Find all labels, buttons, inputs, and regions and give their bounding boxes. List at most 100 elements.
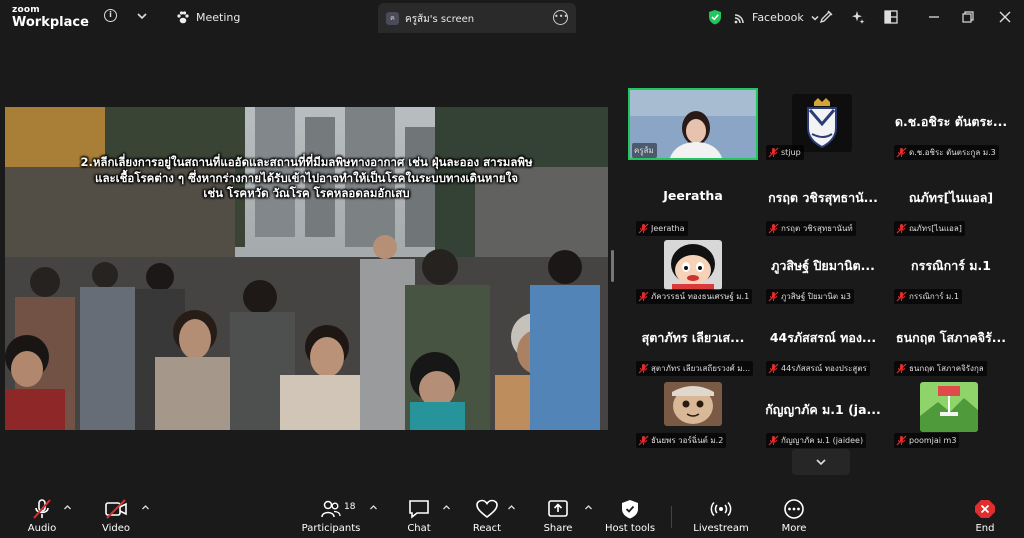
participant-tile[interactable]: 44รภัสสรณ์ ทอง... 44รภัสสรณ์ ทองประสูตร [758,304,888,378]
participants-button[interactable]: 18 Participants [298,498,364,536]
meeting-tab[interactable]: Meeting [176,11,240,24]
livestream-icon [710,501,732,517]
mic-muted-icon [638,363,649,374]
video-button[interactable]: Video [83,498,149,536]
participant-label: ธันยพร วอร์ฉิ่นต์ ม.2 [636,433,727,448]
meeting-info-icon[interactable]: i [104,9,117,22]
participant-tile[interactable]: กรฤต วชิรสุทธานั... กรฤต วชิรสุทธานันท์ [758,164,888,238]
livestream-label: Livestream [693,523,749,534]
participant-tile[interactable]: ธันยพร วอร์ฉิ่นต์ ม.2 [628,376,758,450]
share-options-caret-icon[interactable] [584,503,593,512]
participant-tile[interactable]: ธนกฤต โสภาคจิรั... ธนกฤต โสภาคจิรังกุล [886,304,1016,378]
restore-icon[interactable] [961,10,975,24]
participant-tile[interactable]: ครูส้ม [628,88,758,162]
mountain-art-image [920,382,978,432]
screen-share-tab[interactable]: ค ครูส้ม's screen ••• [378,3,576,33]
mic-muted-icon [896,435,907,446]
participant-tile[interactable]: ด.ช.อชิระ ตันตระ... ด.ช.อชิระ ตันตระกูล … [886,88,1016,162]
video-off-icon [105,499,127,519]
brand-bottom: Workplace [12,15,89,30]
participant-tile[interactable]: ภัควรรธน์ ทองธนเศรษฐ์ ม.1 [628,232,758,306]
more-options-icon[interactable]: ••• [553,10,568,25]
toolbar-divider [671,506,672,528]
participants-icon [321,500,341,518]
signal-icon [734,13,744,23]
shield-check-icon[interactable] [708,9,722,25]
caption-line: และเชื้อโรคต่าง ๆ ซึ่งหากร่างกายได้รับเข… [95,170,518,185]
mic-muted-icon [768,291,779,302]
participants-options-caret-icon[interactable] [369,503,378,512]
share-button[interactable]: Share [525,498,591,536]
mic-muted-icon [896,291,907,302]
mic-muted-icon [768,435,779,446]
participant-name-label: ธนกฤต โสภาคจิรังกุล [909,364,984,373]
brand-top: zoom [12,5,40,15]
audio-options-caret-icon[interactable] [63,503,72,512]
shared-screen: 2.หลีกเลี่ยงการอยู่ในสถานที่แออัดและสถาน… [5,107,608,430]
participant-tile[interactable]: กรรณิการ์ ม.1 กรรณิการ์ ม.1 [886,232,1016,306]
participant-name-label: poomjai m3 [909,436,957,445]
participant-label: 44รภัสสรณ์ ทองประสูตร [766,361,870,376]
more-button[interactable]: More [761,498,827,536]
chat-options-caret-icon[interactable] [442,503,451,512]
mic-muted-icon [768,147,779,158]
more-label: More [781,523,807,534]
participant-name-label: กรรณิการ์ ม.1 [909,292,959,301]
zoom-logo: zoom Workplace [12,5,89,30]
end-call-icon [975,500,995,518]
participant-name-label: ภัควรรธน์ ทองธนเศรษฐ์ ม.1 [651,292,750,301]
participant-tile[interactable]: poomjai m3 [886,376,1016,450]
caption-line: 2.หลีกเลี่ยงการอยู่ในสถานที่แออัดและสถาน… [80,155,533,169]
react-options-caret-icon[interactable] [507,503,516,512]
minimize-icon[interactable] [927,10,941,24]
meeting-tab-label: Meeting [196,11,241,24]
host-tools-button[interactable]: Host tools [597,498,663,536]
livestream-button[interactable]: Livestream [688,498,754,536]
participant-display-name: ภูวสิษฐ์ ปิยมานิต... [771,258,875,273]
participant-tile[interactable]: ภูวสิษฐ์ ปิยมานิต... ภูวสิษฐ์ ปิยมานิต ม… [758,232,888,306]
video-options-caret-icon[interactable] [141,503,150,512]
participant-tile[interactable]: สุตาภัทร เลียวเส... สุตาภัทร เลียวเสถียร… [628,304,758,378]
paw-icon [177,11,189,24]
share-label: Share [543,523,573,534]
participant-name-label: stjup [781,148,801,157]
participant-display-name: ธนกฤต โสภาคจิรั... [895,330,1007,345]
participant-name-label: ภูวสิษฐ์ ปิยมานิต ม3 [781,292,851,301]
participant-label: ด.ช.อชิระ ตันตระกูล ม.3 [894,145,999,160]
view-layout-icon[interactable] [884,10,898,24]
participant-display-name: ด.ช.อชิระ ตันตระ... [894,114,1008,129]
cartoon-character-image [664,382,722,426]
video-label: Video [101,523,131,534]
caption-line: เช่น โรคหวัด วัณโรค โรคหลอดลมอักเสบ [203,186,410,200]
participant-display-name: 44รภัสสรณ์ ทอง... [769,330,877,345]
mic-muted-icon [638,291,649,302]
participant-label: ภูวสิษฐ์ ปิยมานิต ม3 [766,289,854,304]
participant-label: poomjai m3 [894,433,960,448]
participant-name-label: สุตาภัทร เลียวเสถียรวงศ์ ม... [651,364,751,373]
chevron-down-icon[interactable] [136,10,148,22]
ai-companion-icon[interactable] [851,10,865,24]
participant-name-label: ด.ช.อชิระ ตันตระกูล ม.3 [909,148,996,157]
participant-label: ธนกฤต โสภาคจิรังกุล [894,361,987,376]
participants-label: Participants [301,523,361,534]
gallery-scroll-down-button[interactable] [792,449,850,475]
end-meeting-button[interactable]: End [952,498,1018,536]
host-tools-label: Host tools [604,523,656,534]
panel-resize-handle[interactable] [611,250,614,282]
participant-label: สุตาภัทร เลียวเสถียรวงศ์ ม... [636,361,754,376]
chevron-down-icon [816,459,826,466]
react-label: React [472,523,502,534]
annotate-pen-icon[interactable] [819,10,833,24]
participant-tile[interactable]: Jeeratha Jeeratha [628,164,758,238]
chat-icon [409,500,429,519]
participant-tile[interactable]: stjup [758,88,888,162]
close-icon[interactable] [998,10,1012,24]
mic-muted-icon [33,499,51,519]
participant-tile[interactable]: กัญญาภัค ม.1 (ja... กัญญาภัค ม.1 (jaidee… [758,376,888,450]
participant-label: ภัควรรธน์ ทองธนเศรษฐ์ ม.1 [636,289,753,304]
cartoon-boy-image [664,240,722,290]
mic-muted-icon [768,363,779,374]
livestream-network[interactable]: Facebook [734,11,820,24]
participant-tile[interactable]: ณภัทร[ไนแอล] ณภัทร[ไนแอล] [886,164,1016,238]
share-screen-icon [548,500,568,517]
